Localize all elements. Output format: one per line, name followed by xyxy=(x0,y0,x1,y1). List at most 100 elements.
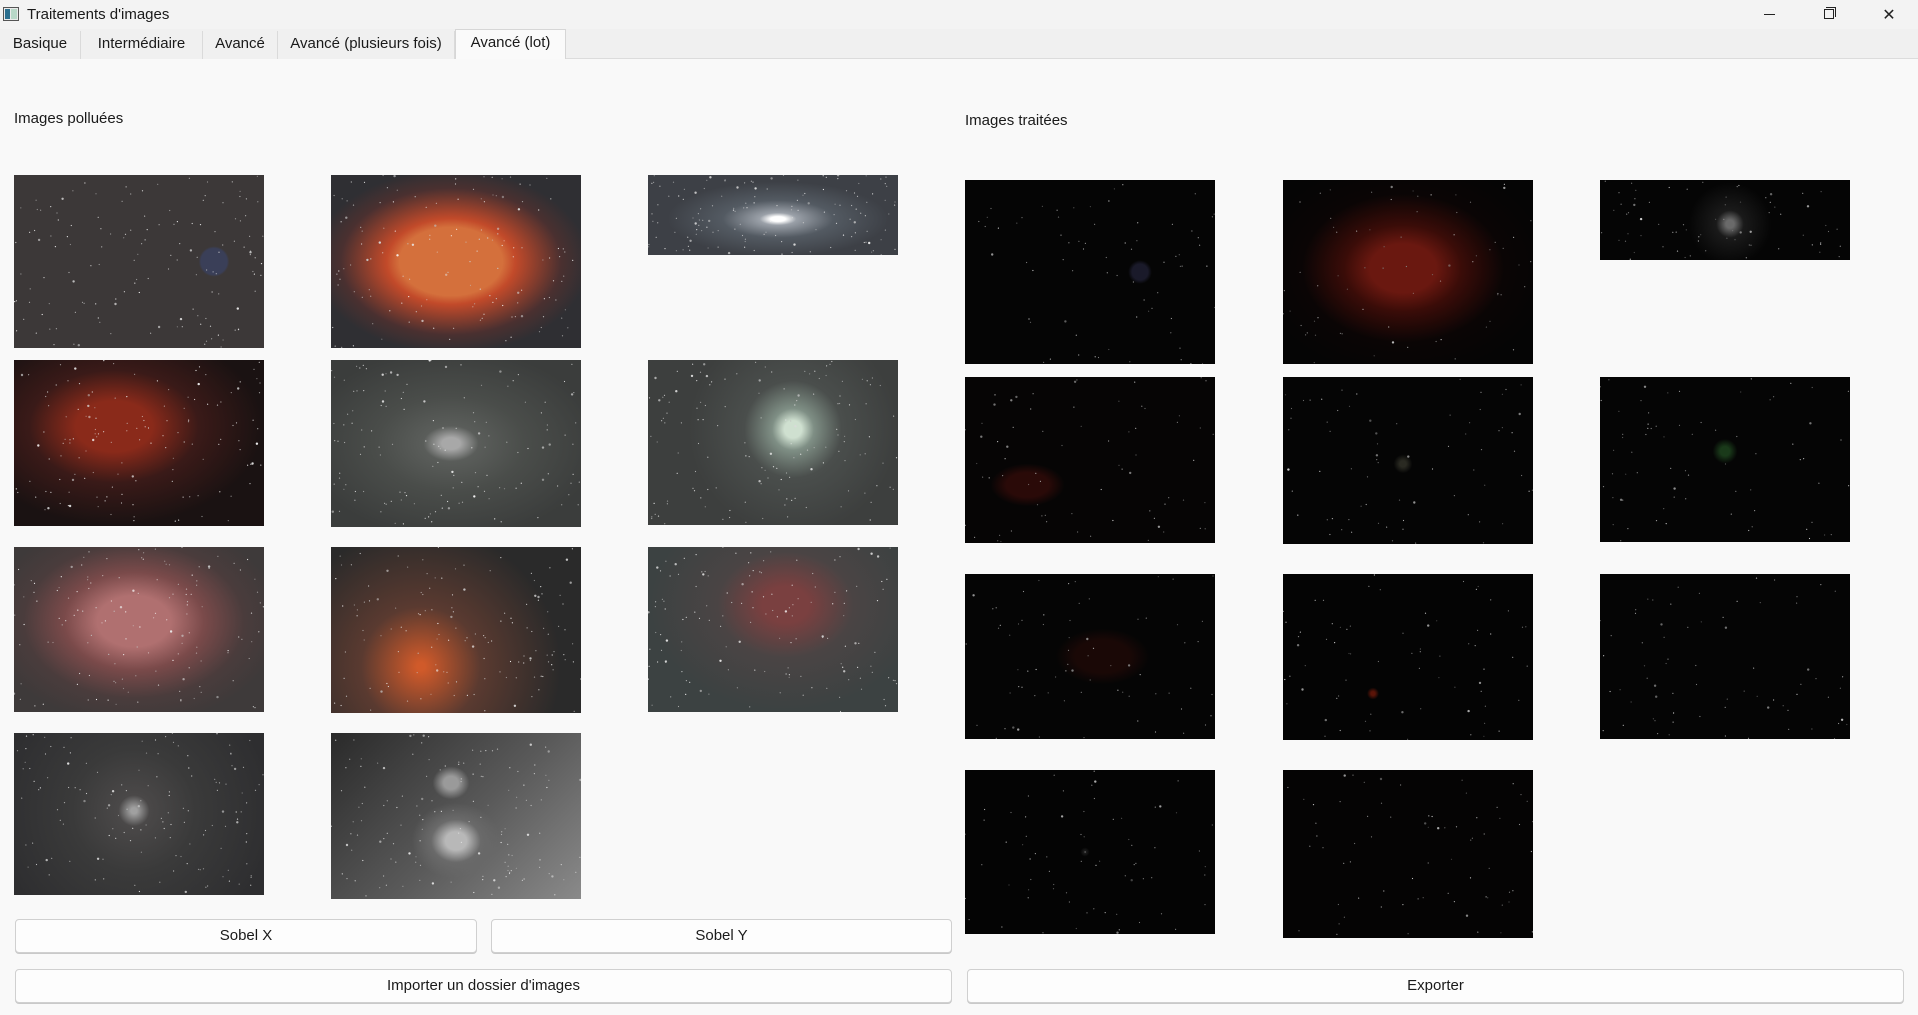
star-dot xyxy=(1612,497,1614,499)
star-dot xyxy=(1524,286,1526,288)
star-dot xyxy=(29,767,31,770)
star-dot xyxy=(1092,647,1095,649)
polluted-image-8[interactable] xyxy=(331,547,581,713)
import-folder-button[interactable]: Importer un dossier d'images xyxy=(15,969,952,1003)
export-button[interactable]: Exporter xyxy=(967,969,1904,1003)
processed-image-6[interactable] xyxy=(1600,377,1850,542)
tab-basique[interactable]: Basique xyxy=(0,31,81,59)
tab-avance-lot[interactable]: Avancé (lot) xyxy=(455,29,566,59)
star-dot xyxy=(1214,306,1215,309)
polluted-image-3[interactable] xyxy=(648,175,898,255)
tab-avance-plusieurs-fois[interactable]: Avancé (plusieurs fois) xyxy=(278,31,455,59)
star-dot xyxy=(848,679,850,681)
star-dot xyxy=(700,497,702,499)
processed-image-7[interactable] xyxy=(965,574,1215,739)
star-dot xyxy=(1073,406,1075,408)
star-dot xyxy=(1774,579,1776,581)
star-dot xyxy=(524,401,526,403)
processed-image-5[interactable] xyxy=(1283,377,1533,544)
star-dot xyxy=(526,603,528,605)
star-dot xyxy=(436,669,439,672)
processed-image-8[interactable] xyxy=(1283,574,1533,740)
star-dot xyxy=(52,641,54,644)
star-dot xyxy=(1503,186,1506,190)
close-button[interactable]: ✕ xyxy=(1866,0,1912,29)
star-dot xyxy=(655,631,657,634)
star-dot xyxy=(473,891,475,894)
polluted-image-7[interactable] xyxy=(14,547,264,712)
star-dot xyxy=(1663,636,1665,638)
star-dot xyxy=(812,572,814,575)
star-dot xyxy=(1390,185,1393,189)
processed-image-11[interactable] xyxy=(1283,770,1533,938)
star-dot xyxy=(1377,660,1379,663)
star-dot xyxy=(425,206,427,208)
tab-avance[interactable]: Avancé xyxy=(203,31,278,59)
star-dot xyxy=(260,464,262,466)
star-dots xyxy=(648,360,898,525)
processed-image-3[interactable] xyxy=(1600,180,1850,260)
star-dot xyxy=(70,565,73,569)
star-dot xyxy=(371,430,373,432)
star-dot xyxy=(1211,693,1213,696)
star-dot xyxy=(182,496,184,498)
star-dot xyxy=(404,492,406,494)
sobel-x-button[interactable]: Sobel X xyxy=(15,919,477,953)
star-dot xyxy=(859,677,861,679)
star-dot xyxy=(1010,530,1012,532)
processed-image-1[interactable] xyxy=(965,180,1215,364)
minimize-button[interactable] xyxy=(1746,0,1792,29)
star-dot xyxy=(1736,435,1738,438)
star-dot xyxy=(572,473,574,475)
polluted-image-10[interactable] xyxy=(14,733,264,895)
processed-image-9[interactable] xyxy=(1600,574,1850,739)
star-dot xyxy=(1341,389,1343,391)
star-dot xyxy=(477,486,479,488)
star-dot xyxy=(94,879,96,881)
processed-image-10[interactable] xyxy=(965,770,1215,934)
star-dots xyxy=(1284,378,1533,544)
polluted-image-4[interactable] xyxy=(14,360,264,526)
star-dot xyxy=(1094,780,1097,783)
star-dot xyxy=(126,808,128,810)
star-dot xyxy=(572,259,574,261)
polluted-image-1[interactable] xyxy=(14,175,264,348)
star-dot xyxy=(222,244,224,246)
sobel-y-button[interactable]: Sobel Y xyxy=(491,919,952,953)
star-dot xyxy=(65,620,67,622)
polluted-image-2[interactable] xyxy=(331,175,581,348)
polluted-image-11[interactable] xyxy=(331,733,581,899)
star-dot xyxy=(1386,526,1388,528)
processed-image-4[interactable] xyxy=(965,377,1215,543)
star-dot xyxy=(447,507,451,510)
polluted-image-9[interactable] xyxy=(648,547,898,712)
star-dot xyxy=(844,645,846,647)
star-dot xyxy=(1362,308,1364,310)
star-dot xyxy=(141,190,144,192)
star-dot xyxy=(257,201,259,203)
star-dot xyxy=(435,664,437,666)
star-dot xyxy=(343,379,345,381)
star-dot xyxy=(1137,222,1139,224)
star-dot xyxy=(331,825,332,827)
maximize-button[interactable] xyxy=(1806,0,1852,29)
star-dot xyxy=(1356,230,1358,232)
polluted-image-5[interactable] xyxy=(331,360,581,527)
tab-intermediaire[interactable]: Intermédiaire xyxy=(81,31,203,59)
processed-image-2[interactable] xyxy=(1283,180,1533,364)
star-dot xyxy=(1336,697,1338,699)
star-dot xyxy=(1354,842,1356,845)
star-dot xyxy=(1287,786,1289,789)
star-dot xyxy=(416,805,418,807)
polluted-image-6[interactable] xyxy=(648,360,898,525)
star-dot xyxy=(98,263,100,266)
star-dot xyxy=(1297,636,1300,638)
star-dot xyxy=(419,814,421,816)
star-dot xyxy=(55,384,57,386)
star-dot xyxy=(61,197,64,200)
star-dot xyxy=(55,328,58,330)
star-dot xyxy=(221,810,225,813)
star-dot xyxy=(233,562,235,564)
star-dot xyxy=(705,374,709,378)
star-dot xyxy=(698,617,701,619)
